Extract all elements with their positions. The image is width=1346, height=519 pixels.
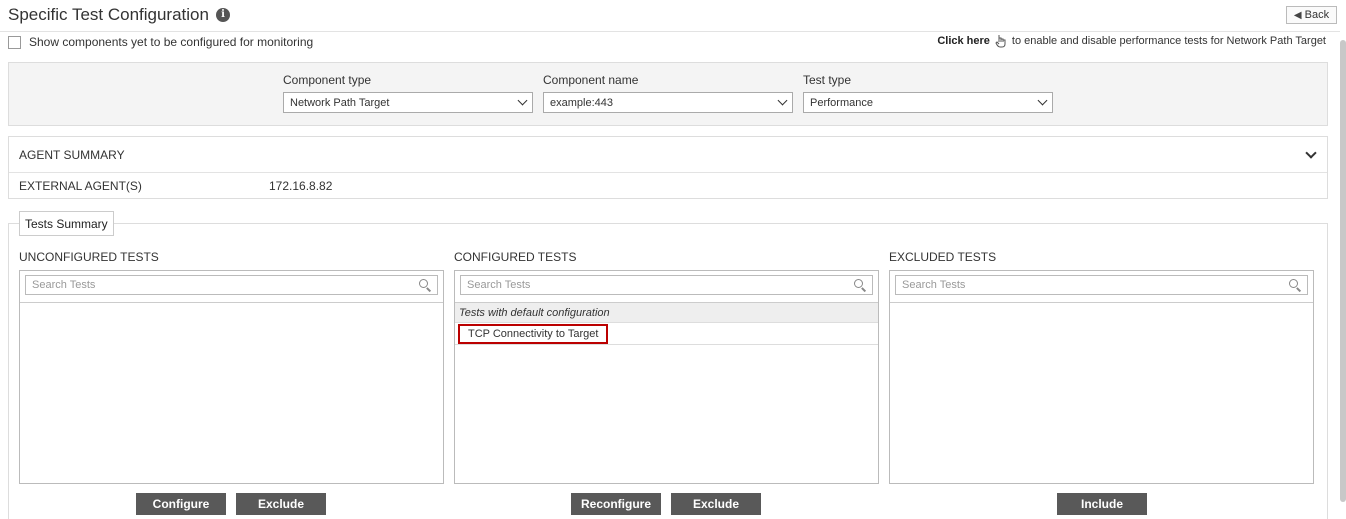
configured-search-wrap: Search Tests [455,271,878,303]
component-type-value: Network Path Target [290,96,390,109]
component-type-group: Component type Network Path Target [283,73,533,113]
chevron-down-icon [517,95,528,106]
show-components-checkbox[interactable] [8,35,21,49]
exclude-configured-button[interactable]: Exclude [671,493,761,515]
test-type-group: Test type Performance [803,73,1053,113]
external-agent-row: EXTERNAL AGENT(S) 172.16.8.82 [9,173,1327,199]
configured-search-input[interactable]: Search Tests [460,275,873,295]
unconfigured-search-placeholder: Search Tests [32,279,96,291]
show-components-row: Show components yet to be configured for… [8,35,313,49]
component-type-select[interactable]: Network Path Target [283,92,533,113]
click-here-text: to enable and disable performance tests … [1011,35,1326,47]
component-name-label: Component name [543,73,639,87]
component-name-group: Component name example:443 [543,73,793,113]
click-here-link[interactable]: Click here [937,35,990,47]
component-type-label: Component type [283,73,372,87]
configured-tests-list: Search Tests Tests with default configur… [454,270,879,484]
unconfigured-search-input[interactable]: Search Tests [25,275,438,295]
back-button[interactable]: ◀ Back [1286,6,1337,24]
excluded-tests-list: Search Tests [889,270,1314,484]
chevron-down-icon [777,95,788,106]
excluded-search-wrap: Search Tests [890,271,1313,303]
page-title: Specific Test Configuration [8,5,209,24]
agent-summary-panel: AGENT SUMMARY EXTERNAL AGENT(S) 172.16.8… [8,136,1328,199]
show-components-label: Show components yet to be configured for… [29,35,314,49]
unconfigured-tests-column: UNCONFIGURED TESTS Search Tests [19,250,444,484]
exclude-unconfigured-button[interactable]: Exclude [236,493,326,515]
default-config-group-header: Tests with default configuration [455,303,878,323]
reconfigure-button[interactable]: Reconfigure [571,493,661,515]
hand-pointer-icon [995,35,1006,48]
excluded-tests-title: EXCLUDED TESTS [889,250,997,264]
component-name-select[interactable]: example:443 [543,92,793,113]
click-here-note: Click here to enable and disable perform… [937,34,1326,48]
page-header: Specific Test Configuration i ◀ Back [0,0,1340,32]
test-item-tcp-connectivity[interactable]: TCP Connectivity to Target [458,324,609,344]
search-icon [854,279,866,291]
excluded-search-placeholder: Search Tests [902,279,966,291]
unconfigured-tests-list: Search Tests [19,270,444,484]
filter-panel: Component type Network Path Target Compo… [8,62,1328,126]
test-type-select[interactable]: Performance [803,92,1053,113]
back-arrow-icon: ◀ [1293,9,1302,21]
configured-tests-title: CONFIGURED TESTS [454,250,577,264]
configure-button[interactable]: Configure [136,493,226,515]
test-type-label: Test type [803,73,852,87]
page-scrollbar[interactable] [1340,40,1346,502]
excluded-search-input[interactable]: Search Tests [895,275,1308,295]
info-icon[interactable]: i [216,8,230,22]
tab-tests-summary[interactable]: Tests Summary [19,211,114,236]
chevron-down-icon [1037,95,1048,106]
configured-search-placeholder: Search Tests [467,279,531,291]
include-button[interactable]: Include [1057,493,1147,515]
unconfigured-search-wrap: Search Tests [20,271,443,303]
agent-summary-header[interactable]: AGENT SUMMARY [9,137,1327,173]
search-icon [1289,279,1301,291]
back-button-label: Back [1304,9,1330,21]
test-type-value: Performance [810,96,873,109]
external-agent-key: EXTERNAL AGENT(S) [19,179,142,193]
agent-summary-title: AGENT SUMMARY [19,147,125,162]
component-name-value: example:443 [550,96,613,109]
excluded-tests-column: EXCLUDED TESTS Search Tests [889,250,1314,484]
list-item[interactable]: TCP Connectivity to Target [455,323,878,345]
chevron-down-icon[interactable] [1305,146,1317,159]
search-icon [419,279,431,291]
unconfigured-tests-title: UNCONFIGURED TESTS [19,250,159,264]
configured-tests-column: CONFIGURED TESTS Search Tests Tests with… [454,250,879,484]
external-agent-value: 172.16.8.82 [269,179,333,193]
